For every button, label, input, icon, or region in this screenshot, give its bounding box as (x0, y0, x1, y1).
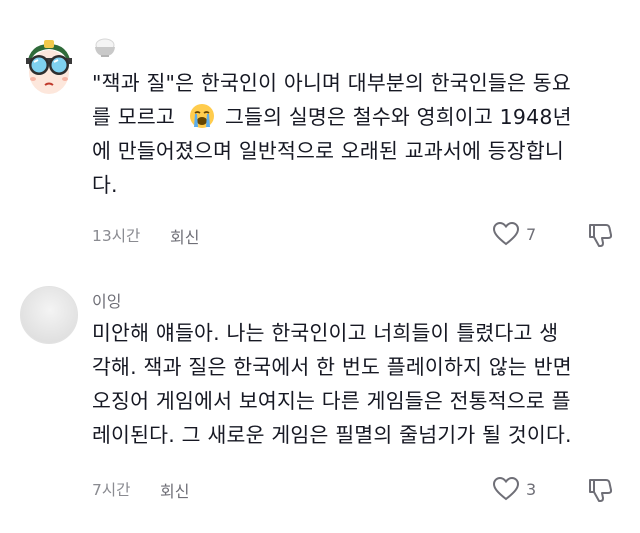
heart-icon (492, 221, 520, 246)
comment-time: 7시간 (92, 481, 131, 499)
comment-line-text: 를 모르고 (92, 105, 175, 129)
avatar[interactable] (20, 286, 78, 344)
comment-line: 미안해 얘들아. 나는 한국인이고 너희들이 틀렸다고 생 (92, 321, 559, 345)
thumbs-down-icon (589, 479, 613, 502)
comment-line: 에 만들어졌으며 일반적으로 오래된 교과서에 등장합니 (92, 139, 564, 163)
like-button[interactable]: 3 (492, 476, 536, 502)
comment-item: 이잉 미안해 얘들아. 나는 한국인이고 너희들이 틀렸다고 생 각해. 잭과 … (0, 278, 640, 518)
thumbs-down-icon (589, 224, 613, 247)
comment-text: 미안해 얘들아. 나는 한국인이고 너희들이 틀렸다고 생 각해. 잭과 질은 … (92, 316, 622, 452)
username[interactable]: 이잉 (92, 288, 121, 312)
loudly-crying-face-icon (189, 103, 215, 129)
dislike-button[interactable] (586, 477, 614, 507)
comment-time: 13시간 (92, 227, 141, 245)
comment-text: "잭과 질"은 한국인이 아니며 대부분의 한국인들은 동요 를 모르고 그들의… (92, 66, 622, 202)
heart-icon (492, 476, 520, 501)
like-button[interactable]: 7 (492, 221, 536, 247)
comment-line: 각해. 잭과 질은 한국에서 한 번도 플레이하지 않는 반면 (92, 355, 572, 379)
reply-button[interactable]: 회신 (170, 224, 199, 248)
comment-line: 오징어 게임에서 보여지는 다른 게임들은 전통적으로 플 (92, 389, 571, 413)
reply-button[interactable]: 회신 (160, 478, 189, 502)
comment-line: 를 모르고 그들의 실명은 철수와 영희이고 1948년 (92, 100, 622, 134)
comment-line: "잭과 질"은 한국인이 아니며 대부분의 한국인들은 동요 (92, 71, 571, 95)
like-count: 7 (526, 224, 537, 244)
comment-line: 다. (92, 173, 118, 197)
comment-item: "잭과 질"은 한국인이 아니며 대부분의 한국인들은 동요 를 모르고 그들의… (0, 0, 640, 262)
like-count: 3 (526, 479, 537, 499)
cartoon-goggles-avatar-icon (20, 38, 78, 96)
dislike-button[interactable] (586, 222, 614, 252)
default-gray-avatar-icon (21, 287, 77, 343)
comment-line: 레이된다. 그 새로운 게임은 필멸의 줄넘기가 될 것이다. (92, 423, 572, 447)
comment-line-text: 그들의 실명은 철수와 영희이고 1948년 (224, 105, 572, 129)
rice-bowl-icon (92, 36, 118, 57)
avatar[interactable] (20, 38, 78, 96)
